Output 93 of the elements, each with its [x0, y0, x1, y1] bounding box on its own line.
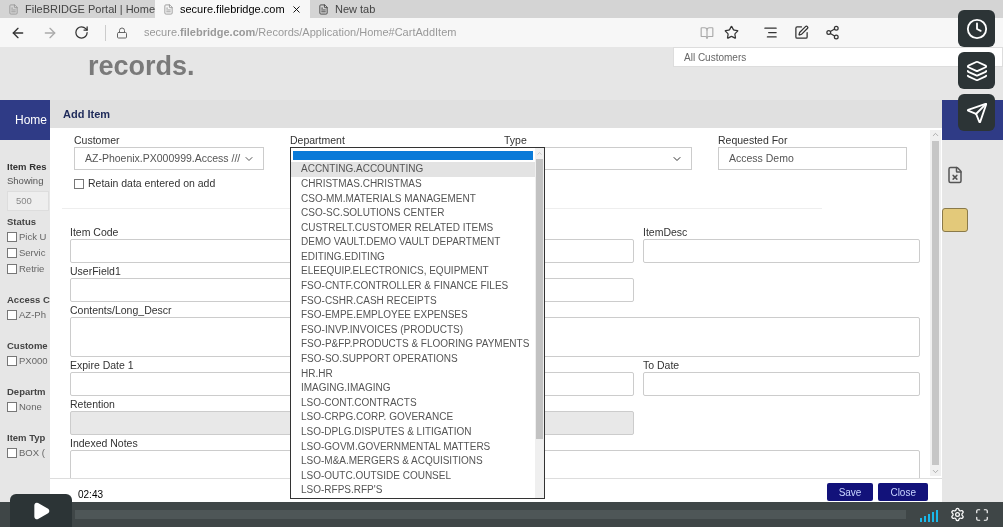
- requested-for-label: Requested For: [718, 133, 789, 147]
- share-button[interactable]: [958, 94, 995, 131]
- dialog-button[interactable]: Save: [826, 483, 874, 501]
- filter-group-title: Status: [7, 215, 38, 229]
- dropdown-option[interactable]: ACCNTING.ACCOUNTING: [291, 162, 535, 177]
- filter-option-label: PX000: [19, 354, 48, 368]
- dropdown-option[interactable]: CSO-SC.SOLUTIONS CENTER: [291, 206, 535, 221]
- hub-icon[interactable]: [763, 25, 778, 40]
- showing-label: Showing: [7, 174, 45, 188]
- dropdown-option[interactable]: LSO-CONT.CONTRACTS: [291, 395, 535, 411]
- dropdown-option[interactable]: FSO-EMPE.EMPLOYEE EXPENSES: [291, 308, 535, 323]
- dropdown-option[interactable]: DEMO VAULT.DEMO VAULT DEPARTMENT: [291, 235, 535, 250]
- dropdown-option[interactable]: CUSTRELT.CUSTOMER RELATED ITEMS: [291, 220, 535, 236]
- action-button[interactable]: [942, 208, 968, 232]
- dropdown-option[interactable]: LSO-GOVM.GOVERNMENTAL MATTERS: [291, 439, 535, 455]
- dropdown-option[interactable]: FSO-CNTF.CONTROLLER & FINANCE FILES: [291, 279, 535, 294]
- share-icon[interactable]: [825, 25, 840, 40]
- filter-checkbox[interactable]: [7, 310, 17, 320]
- input-field[interactable]: [643, 371, 920, 396]
- file-remove-icon[interactable]: [946, 166, 964, 184]
- filter-option-label: Servic: [19, 246, 46, 260]
- field-label: Expire Date 1: [70, 358, 134, 372]
- dropdown-option[interactable]: FSO-CSHR.CASH RECEIPTS: [291, 293, 535, 309]
- field-label: ItemDesc: [643, 225, 688, 239]
- favorite-star-icon[interactable]: [724, 25, 739, 40]
- dropdown-option[interactable]: CSO-MM.MATERIALS MANAGEMENT: [291, 191, 535, 207]
- play-icon: [31, 500, 51, 521]
- tab-page-icon: [318, 3, 329, 15]
- filter-group-title: Access C: [7, 293, 50, 307]
- tab-page-icon: [163, 3, 174, 15]
- filter-option-label: Pick U: [19, 230, 47, 244]
- dropdown-option[interactable]: LSO-CRPG.CORP. GOVERANCE: [291, 410, 535, 425]
- filter-group-title: Custome: [7, 339, 49, 353]
- dropdown-option[interactable]: FSO-SO.SUPPORT OPERATIONS: [291, 352, 535, 367]
- filter-option-label: BOX (: [19, 446, 45, 460]
- customer-select[interactable]: AZ-Phoenix.PX000999.Access ///: [74, 147, 264, 170]
- dropdown-option[interactable]: IMAGING.IMAGING: [291, 381, 535, 396]
- retain-label: Retain data entered on add: [88, 176, 216, 191]
- filter-checkbox[interactable]: [7, 232, 17, 242]
- customer-label: Customer: [74, 133, 121, 147]
- field-label: Retention: [70, 397, 115, 411]
- department-label: Department: [290, 133, 346, 147]
- filter-group-title: Item Typ: [7, 431, 47, 445]
- filter-checkbox[interactable]: [7, 448, 17, 458]
- dropdown-option[interactable]: ELEEQUIP.ELECTRONICS, EQUIPMENT: [291, 264, 535, 280]
- nav-link[interactable]: Home: [15, 111, 47, 129]
- volume-icon[interactable]: [920, 507, 938, 522]
- section-title: Item Res: [7, 160, 48, 174]
- dropdown-option[interactable]: EDITING.EDITING: [291, 249, 535, 265]
- field-label: UserField1: [70, 264, 121, 278]
- history-button[interactable]: [958, 10, 995, 47]
- dropdown-option[interactable]: LSO-OUTC.OUTSIDE COUNSEL: [291, 468, 535, 484]
- tab-page-icon: [8, 3, 19, 15]
- lock-icon: [116, 26, 128, 39]
- settings-icon[interactable]: [950, 507, 965, 522]
- filter-checkbox[interactable]: [7, 356, 17, 366]
- send-icon: [965, 101, 988, 124]
- filter-option-label: None: [19, 400, 42, 414]
- input-field[interactable]: [643, 238, 920, 263]
- filter-checkbox[interactable]: [7, 402, 17, 412]
- retain-checkbox[interactable]: [74, 178, 84, 189]
- dropdown-option[interactable]: FSO-P&FP.PRODUCTS & FLOORING PAYMENTS: [291, 337, 535, 353]
- dropdown-option[interactable]: FSO-INVP.INVOICES (PRODUCTS): [291, 322, 535, 338]
- layers-button[interactable]: [958, 52, 995, 89]
- dropdown-option[interactable]: CHRISTMAS.CHRISTMAS: [291, 176, 535, 192]
- logo-text: records.: [88, 53, 195, 83]
- refresh-icon[interactable]: [74, 25, 89, 40]
- filter-group-title: Departm: [7, 385, 47, 399]
- note-icon[interactable]: [794, 25, 809, 40]
- play-button[interactable]: [10, 494, 72, 527]
- filter-checkbox[interactable]: [7, 248, 17, 258]
- requested-for-field[interactable]: Access Demo: [718, 147, 907, 170]
- field-label: Indexed Notes: [70, 436, 138, 450]
- type-label: Type: [504, 133, 528, 147]
- layers-icon: [965, 59, 988, 82]
- customer-filter-select[interactable]: All Customers: [673, 47, 1003, 67]
- dropdown-option[interactable]: LSO-RFPS.RFP'S: [291, 483, 535, 498]
- dropdown-option[interactable]: LSO-M&A.MERGERS & ACQUISITIONS: [291, 454, 535, 469]
- dialog-button[interactable]: Close: [878, 483, 928, 501]
- field-label: To Date: [643, 358, 680, 372]
- filter-option-label: Retrie: [19, 262, 45, 276]
- dropdown-option[interactable]: HR.HR: [291, 366, 535, 382]
- list-scrollbar[interactable]: [535, 148, 544, 498]
- clock-icon: [965, 17, 988, 40]
- filter-option-label: AZ-Ph: [19, 308, 46, 322]
- browser-tab[interactable]: secure.filebridge.com: [155, 0, 310, 18]
- dropdown-option[interactable]: LSO-DPLG.DISPUTES & LITIGATION: [291, 425, 535, 440]
- fullscreen-icon[interactable]: [975, 507, 989, 522]
- field-label: Contents/Long_Descr: [70, 303, 172, 317]
- close-tab-icon[interactable]: [291, 3, 302, 15]
- dialog-title: Add Item: [63, 106, 111, 122]
- field-label: Item Code: [70, 225, 119, 239]
- filter-checkbox[interactable]: [7, 264, 17, 274]
